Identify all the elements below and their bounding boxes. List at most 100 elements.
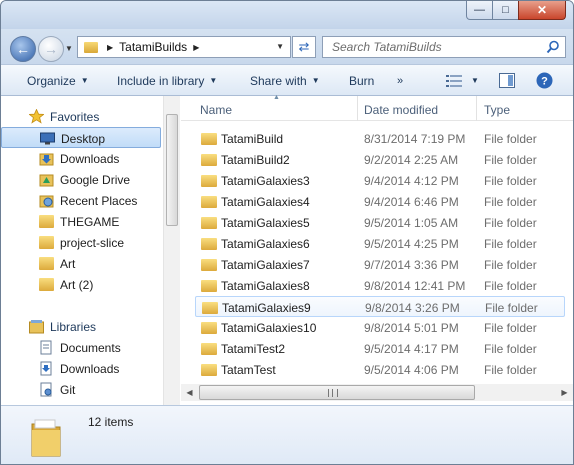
- refresh-button[interactable]: ⇄: [292, 36, 316, 58]
- scroll-left-icon[interactable]: ◀: [181, 384, 198, 401]
- file-date: 9/5/2014 1:05 AM: [364, 216, 459, 230]
- close-button[interactable]: ✕: [518, 1, 566, 20]
- file-type: File folder: [484, 195, 537, 209]
- scrollbar-thumb[interactable]: [166, 114, 178, 226]
- folder-icon: [201, 133, 217, 145]
- horizontal-scrollbar[interactable]: ◀ ▶: [181, 384, 573, 401]
- column-divider[interactable]: [357, 96, 358, 121]
- folder-icon: [201, 196, 217, 208]
- table-row[interactable]: TatamiGalaxies10 9/8/2014 5:01 PM File f…: [195, 317, 565, 338]
- nav-libraries-header[interactable]: Libraries: [1, 316, 161, 337]
- sidebar-item-recent-places[interactable]: Recent Places: [1, 190, 161, 211]
- libraries-icon: [29, 320, 44, 334]
- column-header-date-modified[interactable]: Date modified: [364, 103, 438, 117]
- favorites-star-icon: [29, 109, 44, 124]
- forward-button[interactable]: →: [38, 36, 64, 62]
- sidebar-item-label: Recent Places: [60, 194, 138, 208]
- file-date: 9/5/2014 4:06 PM: [364, 363, 459, 377]
- sidebar-item-desktop[interactable]: Desktop: [1, 127, 161, 148]
- search-input[interactable]: [323, 37, 543, 57]
- file-type: File folder: [484, 216, 537, 230]
- table-row[interactable]: TatamiGalaxies5 9/5/2014 1:05 AM File fo…: [195, 212, 565, 233]
- sidebar-item-downloads[interactable]: Downloads: [1, 148, 161, 169]
- search-icon[interactable]: [546, 40, 560, 54]
- close-icon: ✕: [536, 3, 548, 17]
- address-bar[interactable]: ▶ TatamiBuilds ▶ ▼: [77, 36, 291, 58]
- address-row: ← → ▼ ▶ TatamiBuilds ▶ ▼ ⇄: [1, 29, 573, 64]
- folder-icon: [201, 364, 217, 376]
- column-divider[interactable]: [476, 96, 477, 121]
- sidebar-item-thegame[interactable]: THEGAME: [1, 211, 161, 232]
- recent-pages-dropdown-icon[interactable]: ▼: [65, 44, 73, 53]
- sort-ascending-icon: ▲: [273, 94, 280, 101]
- table-row[interactable]: TatamiGalaxies4 9/4/2014 6:46 PM File fo…: [195, 191, 565, 212]
- folder-icon: [201, 217, 217, 229]
- sidebar-item-art[interactable]: Art: [1, 253, 161, 274]
- table-row[interactable]: TatamTest 9/5/2014 4:06 PM File folder: [195, 359, 565, 380]
- file-type: File folder: [484, 132, 537, 146]
- table-row[interactable]: TatamiGalaxies3 9/4/2014 4:12 PM File fo…: [195, 170, 565, 191]
- chevron-down-icon: ▼: [311, 76, 320, 85]
- nav-favorites-header[interactable]: Favorites: [1, 106, 161, 127]
- column-header-row: ▲ Name Date modified Type: [181, 94, 573, 121]
- sidebar-item-project-slice[interactable]: project-slice: [1, 232, 161, 253]
- file-type: File folder: [484, 258, 537, 272]
- search-box[interactable]: [322, 36, 566, 58]
- sidebar-item-label: THEGAME: [60, 215, 120, 229]
- table-row[interactable]: TatamiGalaxies7 9/7/2014 3:36 PM File fo…: [195, 254, 565, 275]
- organize-button[interactable]: Organize ▼: [27, 65, 89, 96]
- more-commands-button[interactable]: »: [397, 65, 403, 96]
- main-content: Favorites Desktop Downloads Google Drive…: [1, 94, 573, 405]
- table-row[interactable]: TatamiGalaxies6 9/5/2014 4:25 PM File fo…: [195, 233, 565, 254]
- documents-library-icon: [40, 340, 52, 355]
- table-row[interactable]: TatamiBuild2 9/2/2014 2:25 AM File folde…: [195, 149, 565, 170]
- table-row[interactable]: TatamiGalaxies9 9/8/2014 3:26 PM File fo…: [195, 296, 565, 317]
- command-bar: Organize ▼ Include in library ▼ Share wi…: [1, 64, 573, 96]
- favorites-label: Favorites: [50, 110, 100, 124]
- sidebar-item-git[interactable]: Git: [1, 379, 161, 400]
- include-in-library-button[interactable]: Include in library ▼: [117, 65, 217, 96]
- sidebar-item-art-2[interactable]: Art (2): [1, 274, 161, 295]
- sidebar-item-label: Desktop: [61, 132, 106, 146]
- preview-pane-button[interactable]: [499, 65, 515, 96]
- sidebar-item-downloads-library[interactable]: Downloads: [1, 358, 161, 379]
- column-header-type[interactable]: Type: [484, 103, 510, 117]
- column-header-name[interactable]: Name: [200, 103, 232, 117]
- address-history-dropdown-icon[interactable]: ▼: [276, 42, 284, 51]
- table-row[interactable]: TatamiGalaxies8 9/8/2014 12:41 PM File f…: [195, 275, 565, 296]
- back-button[interactable]: ←: [10, 36, 36, 62]
- chevron-down-icon: ▼: [471, 76, 479, 85]
- folder-icon: [84, 41, 98, 53]
- sidebar-item-google-drive[interactable]: Google Drive: [1, 169, 161, 190]
- share-with-button[interactable]: Share with ▼: [250, 65, 320, 96]
- forward-arrow-icon: →: [44, 41, 58, 57]
- navigation-scrollbar[interactable]: [163, 96, 180, 405]
- table-row[interactable]: TatamiTest2 9/5/2014 4:17 PM File folder: [195, 338, 565, 359]
- sidebar-item-documents[interactable]: Documents: [1, 337, 161, 358]
- file-type: File folder: [484, 153, 537, 167]
- maximize-icon: □: [502, 4, 509, 16]
- chevron-right-icon[interactable]: ▶: [193, 43, 199, 52]
- file-name: TatamiBuild: [221, 132, 284, 146]
- table-row[interactable]: TatamiBuild 8/31/2014 7:19 PM File folde…: [195, 128, 565, 149]
- sidebar-item-label: Git: [60, 383, 76, 397]
- file-type: File folder: [484, 279, 537, 293]
- scrollbar-thumb[interactable]: [199, 385, 475, 400]
- minimize-button[interactable]: —: [466, 1, 493, 20]
- file-name: TatamiGalaxies8: [221, 279, 310, 293]
- breadcrumb-tatamibuilds[interactable]: TatamiBuilds: [119, 40, 187, 54]
- sidebar-item-label: Documents: [60, 341, 121, 355]
- maximize-button[interactable]: □: [492, 1, 519, 20]
- folder-icon: [202, 302, 218, 314]
- file-name: TatamiGalaxies10: [221, 321, 317, 335]
- chevron-right-icon[interactable]: ▶: [107, 43, 113, 52]
- scroll-right-icon[interactable]: ▶: [556, 384, 573, 401]
- help-button[interactable]: ?: [536, 65, 553, 96]
- change-view-button[interactable]: ▼: [446, 65, 480, 96]
- burn-button[interactable]: Burn: [349, 65, 374, 96]
- file-type: File folder: [484, 237, 537, 251]
- libraries-label: Libraries: [50, 320, 97, 334]
- grip-icon: [328, 389, 338, 397]
- file-date: 9/4/2014 6:46 PM: [364, 195, 459, 209]
- refresh-icon: ⇄: [298, 39, 310, 54]
